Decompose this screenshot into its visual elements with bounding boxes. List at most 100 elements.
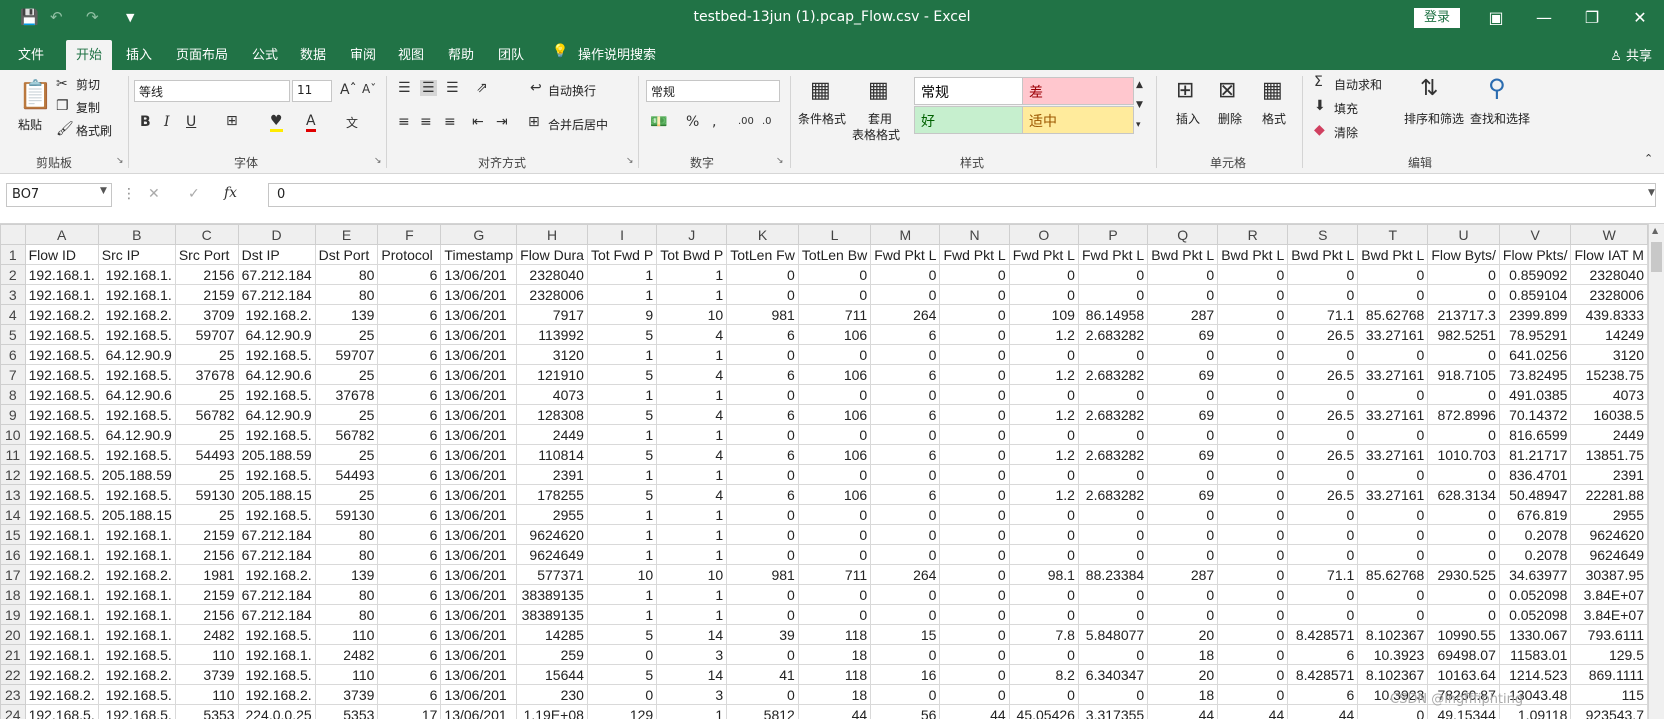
cell[interactable]: 54493 [314, 464, 379, 485]
cell[interactable]: 0 [1077, 464, 1149, 485]
cell[interactable]: 106 [797, 484, 872, 505]
cell[interactable]: 6 [726, 444, 799, 465]
cell[interactable]: 0 [1427, 284, 1500, 305]
cell[interactable]: 8.102367 [1357, 664, 1429, 685]
cell[interactable]: 0 [726, 504, 799, 525]
cell[interactable]: 1 [586, 524, 658, 545]
cell[interactable]: 6 [377, 484, 442, 505]
cell[interactable]: 0 [1287, 464, 1359, 485]
cell[interactable]: 0 [1287, 344, 1359, 365]
cell[interactable]: 0 [1287, 604, 1359, 625]
cell[interactable]: 0 [939, 324, 1010, 345]
cell[interactable]: 71.1 [1287, 304, 1359, 325]
cell[interactable]: Fwd Pkt L [1008, 244, 1079, 265]
cell[interactable]: 2.683282 [1077, 404, 1149, 425]
cell[interactable]: 0 [939, 584, 1010, 605]
column-header[interactable]: K [726, 224, 799, 245]
cell[interactable]: 25 [314, 404, 379, 425]
cell[interactable]: 264 [870, 304, 941, 325]
column-header[interactable]: N [939, 224, 1010, 245]
cell[interactable]: 8.428571 [1287, 624, 1359, 645]
cell[interactable]: 192.168.1. [24, 644, 99, 665]
row-header[interactable]: 13 [0, 484, 26, 505]
tab-page-layout[interactable]: 页面布局 [176, 44, 228, 63]
cell[interactable]: 64.12.90.9 [237, 404, 316, 425]
row-header[interactable]: 17 [0, 564, 26, 585]
cell[interactable]: 10 [656, 304, 728, 325]
cell[interactable]: 577371 [516, 564, 588, 585]
cell[interactable]: 10990.55 [1427, 624, 1500, 645]
cell[interactable]: 1 [586, 584, 658, 605]
cell[interactable]: 110 [174, 644, 239, 665]
cell[interactable]: 6 [377, 364, 442, 385]
cell[interactable]: 0 [870, 464, 941, 485]
column-header[interactable]: F [377, 224, 442, 245]
cell[interactable]: 0 [1008, 284, 1079, 305]
cell[interactable]: 25 [314, 444, 379, 465]
cell[interactable]: Flow Pkts/ [1498, 244, 1572, 265]
cell[interactable]: 923543.7 [1570, 704, 1648, 719]
cell[interactable]: 18 [797, 684, 872, 705]
cell[interactable]: 0 [870, 584, 941, 605]
tab-data[interactable]: 数据 [300, 44, 326, 63]
tab-insert[interactable]: 插入 [126, 44, 152, 63]
cell[interactable]: 0 [1427, 384, 1500, 405]
cell[interactable]: 129.5 [1570, 644, 1648, 665]
cell[interactable]: 0 [939, 444, 1010, 465]
cell[interactable]: 33.27161 [1357, 364, 1429, 385]
cell[interactable]: 0 [870, 544, 941, 565]
column-header[interactable]: H [516, 224, 588, 245]
cell[interactable]: 13/06/201 [440, 684, 518, 705]
cell[interactable]: 0 [1217, 524, 1289, 545]
cell[interactable]: 15 [870, 624, 941, 645]
cell[interactable]: 0 [1427, 544, 1500, 565]
cell[interactable]: 0 [1008, 644, 1079, 665]
cell[interactable]: 13/06/201 [440, 364, 518, 385]
column-header[interactable]: J [656, 224, 728, 245]
cell[interactable]: 2159 [174, 584, 239, 605]
cell[interactable]: 3120 [1570, 344, 1648, 365]
cell[interactable]: 0 [870, 644, 941, 665]
style-normal[interactable]: 常规 [914, 77, 1026, 105]
cell[interactable]: 0 [1287, 264, 1359, 285]
cell[interactable]: 81.21717 [1498, 444, 1572, 465]
cell[interactable]: 0 [1357, 464, 1429, 485]
cell[interactable]: 628.3134 [1427, 484, 1500, 505]
cell[interactable]: 5812 [726, 704, 799, 719]
cell[interactable]: 13/06/201 [440, 584, 518, 605]
cell[interactable]: 0 [797, 384, 872, 405]
cell[interactable]: 6 [377, 464, 442, 485]
cell[interactable]: 1 [656, 384, 728, 405]
format-cells-button[interactable]: 格式 [1262, 110, 1286, 127]
clear-button[interactable]: 清除 [1334, 124, 1358, 141]
align-right-icon[interactable]: ≡ [444, 114, 456, 130]
cell[interactable]: 1010.703 [1427, 444, 1500, 465]
cell[interactable]: 0 [1147, 344, 1219, 365]
cell[interactable]: 2.683282 [1077, 444, 1149, 465]
cell[interactable]: 6 [726, 484, 799, 505]
cell[interactable]: 15644 [516, 664, 588, 685]
cell[interactable]: 192.168.5. [24, 364, 99, 385]
cell[interactable]: 0 [797, 464, 872, 485]
cell[interactable]: TotLen Fw [726, 244, 799, 265]
cell[interactable]: 641.0256 [1498, 344, 1572, 365]
cell[interactable]: 0 [939, 524, 1010, 545]
cell[interactable]: 192.168.1. [24, 284, 99, 305]
share-button[interactable]: ♙ 共享 [1610, 45, 1652, 64]
cell[interactable]: 869.1111 [1570, 664, 1648, 685]
cell[interactable]: 0 [939, 624, 1010, 645]
cell[interactable]: 2.683282 [1077, 484, 1149, 505]
cell[interactable]: 1 [656, 284, 728, 305]
cell[interactable]: 9 [586, 304, 658, 325]
cell[interactable]: 0 [1077, 544, 1149, 565]
cell[interactable]: 0 [1147, 584, 1219, 605]
cell[interactable]: 0 [1217, 644, 1289, 665]
tab-review[interactable]: 审阅 [350, 44, 376, 63]
cell[interactable]: 64.12.90.9 [97, 424, 176, 445]
tab-help[interactable]: 帮助 [448, 44, 474, 63]
cell[interactable]: 0 [939, 544, 1010, 565]
cell[interactable]: 69 [1147, 324, 1219, 345]
cell[interactable]: 0 [939, 504, 1010, 525]
cell[interactable]: 10163.64 [1427, 664, 1500, 685]
cell[interactable]: 1 [586, 604, 658, 625]
